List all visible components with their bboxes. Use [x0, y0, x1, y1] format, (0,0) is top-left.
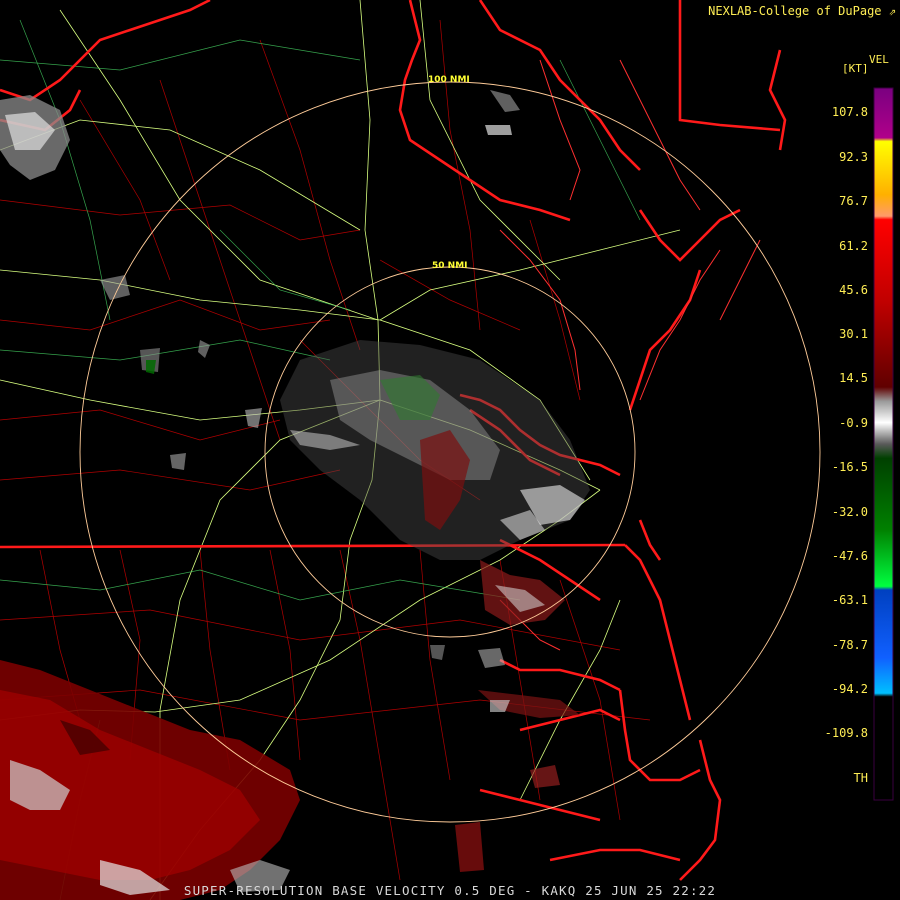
legend-label: 76.7 — [839, 194, 868, 208]
legend-label: -94.2 — [831, 682, 868, 696]
legend-label: -78.7 — [831, 638, 868, 652]
legend-label: 14.5 — [839, 371, 868, 385]
radar-map: 50 NMI 100 NMI — [0, 0, 894, 900]
legend-units: [KT] — [842, 62, 869, 75]
legend-label: -47.6 — [831, 549, 868, 563]
credit-text: NEXLAB-College of DuPage — [708, 4, 882, 18]
external-link-icon: ⇗ — [888, 4, 896, 18]
legend-label: -63.1 — [831, 593, 868, 607]
range-ring-label-100: 100 NMI — [428, 75, 470, 85]
legend-product: VEL — [869, 53, 889, 66]
radar-echoes — [0, 90, 590, 900]
range-ring-label-50: 50 NMI — [432, 261, 468, 271]
credit-line[interactable]: NEXLAB-College of DuPage ⇗ — [708, 4, 896, 18]
legend-label: 30.1 — [839, 327, 868, 341]
product-footer: SUPER-RESOLUTION BASE VELOCITY 0.5 DEG -… — [183, 883, 717, 898]
coastline — [499, 59, 761, 651]
legend-label: -32.0 — [831, 505, 868, 519]
legend-label: -0.9 — [839, 416, 868, 430]
legend-label: 107.8 — [831, 105, 868, 119]
velocity-color-scale — [873, 87, 894, 801]
legend-label: 61.2 — [839, 239, 868, 253]
legend-label: -109.8 — [824, 726, 868, 740]
legend-label: 92.3 — [839, 150, 868, 164]
legend-label: 45.6 — [839, 283, 868, 297]
legend-label: TH — [853, 771, 868, 785]
legend-label: -16.5 — [831, 460, 868, 474]
